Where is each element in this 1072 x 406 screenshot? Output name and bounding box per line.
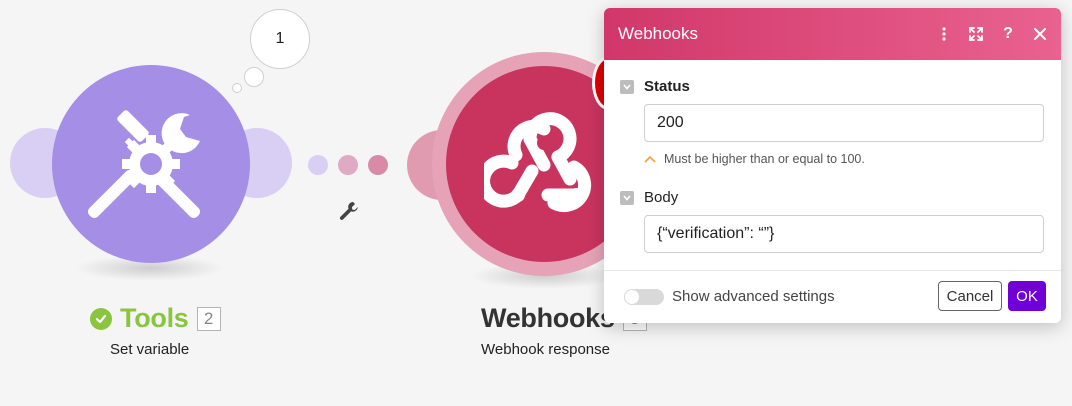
- status-hint-text: Must be higher than or equal to 100.: [664, 152, 865, 166]
- body-label-text: Body: [644, 189, 679, 206]
- advanced-settings-toggle[interactable]: Show advanced settings: [624, 288, 835, 305]
- tools-module[interactable]: [52, 65, 250, 263]
- tools-subtitle: Set variable: [110, 341, 190, 358]
- operations-count: 1: [275, 30, 285, 47]
- thought-dot-medium: [244, 67, 264, 87]
- advanced-settings-label: Show advanced settings: [672, 288, 835, 305]
- tools-title-text: Tools: [120, 303, 189, 333]
- ok-button[interactable]: OK: [1008, 281, 1046, 311]
- more-vertical-icon[interactable]: [935, 25, 953, 43]
- chevron-up-icon: [644, 155, 656, 163]
- dialog-header: Webhooks ?: [604, 8, 1061, 60]
- tools-icon: [87, 110, 201, 219]
- operations-bubble[interactable]: 1: [250, 9, 310, 69]
- status-input[interactable]: 200: [644, 104, 1044, 142]
- close-icon[interactable]: [1031, 25, 1049, 43]
- help-icon[interactable]: ?: [999, 25, 1017, 43]
- connector-dot: [308, 155, 328, 175]
- body-input[interactable]: {“verification”: “”}: [644, 215, 1044, 253]
- status-field-label: Status: [620, 78, 690, 95]
- webhooks-settings-dialog: Webhooks ? Status 200 Must be higher tha…: [604, 8, 1061, 323]
- webhooks-title-text: Webhooks: [481, 303, 615, 333]
- footer-divider: [604, 270, 1061, 271]
- expand-icon[interactable]: [967, 25, 985, 43]
- tools-title: Tools 2: [90, 303, 221, 334]
- body-field-label: Body: [620, 189, 678, 206]
- status-label-text: Status: [644, 78, 690, 95]
- collapse-body-icon[interactable]: [620, 190, 634, 205]
- tools-module-number: 2: [196, 306, 221, 331]
- webhook-icon: [484, 112, 592, 213]
- collapse-status-icon[interactable]: [620, 79, 634, 94]
- dialog-title: Webhooks: [618, 24, 699, 43]
- wrench-icon[interactable]: [338, 200, 360, 227]
- cancel-button[interactable]: Cancel: [938, 281, 1002, 311]
- toggle-switch[interactable]: [624, 288, 664, 305]
- connector-dot: [338, 155, 358, 175]
- connector-dot: [368, 155, 388, 175]
- thought-dot-small: [232, 83, 242, 93]
- status-hint: Must be higher than or equal to 100.: [644, 152, 865, 166]
- webhooks-subtitle: Webhook response: [481, 341, 610, 358]
- success-check-icon: [90, 307, 112, 330]
